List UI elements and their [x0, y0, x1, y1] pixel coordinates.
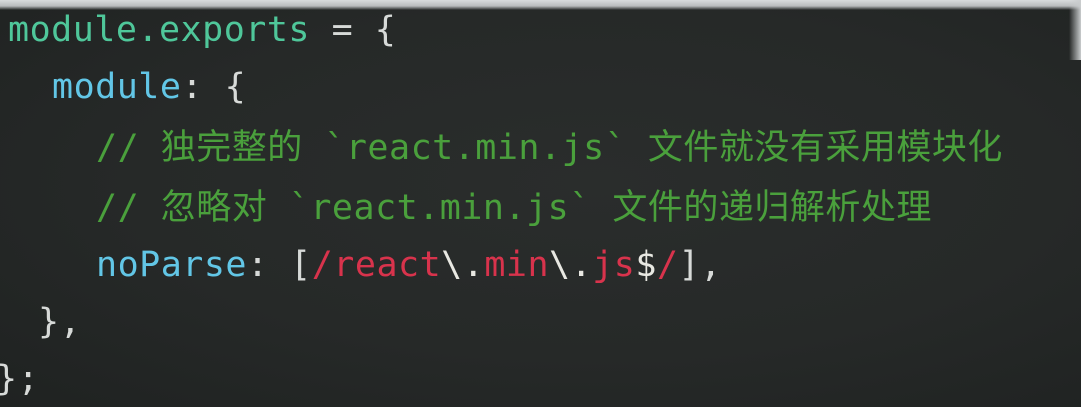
noparse-colon-bracket: : [: [247, 245, 312, 285]
photo-top-edge: [0, 0, 1081, 10]
code-line-4: // 忽略对 `react.min.js` 文件的递归解析处理: [96, 180, 932, 236]
code-line-3: // 独完整的 `react.min.js` 文件就没有采用模块化: [96, 120, 1003, 176]
code-line-7: };: [0, 351, 39, 407]
regex-close: /: [656, 245, 679, 285]
assignment-open-brace: = {: [310, 10, 397, 50]
code-line-1: module.exports = {: [8, 2, 396, 58]
regex-open: /react: [311, 245, 442, 285]
code-line-5: noParse: [/react\.min\.js$/],: [96, 237, 722, 293]
regex-escape-dot-2: \.: [549, 245, 593, 285]
regex-escape-dot-1: \.: [441, 245, 485, 285]
code-editor: module.exports = { module: { // 独完整的 `re…: [0, 0, 1081, 407]
comment-line-2: // 忽略对 `react.min.js` 文件的递归解析处理: [96, 188, 932, 228]
regex-js: js: [592, 245, 636, 285]
code-line-2: module: {: [52, 59, 246, 115]
photo-right-edge: [1069, 0, 1081, 60]
code-line-6: },: [38, 294, 81, 350]
module-close-brace: },: [38, 302, 82, 342]
noparse-property-key: noParse: [96, 245, 248, 285]
comment-line-1: // 独完整的 `react.min.js` 文件就没有采用模块化: [96, 128, 1003, 168]
array-close-comma: ],: [678, 245, 722, 285]
module-property-open-brace: : {: [181, 67, 247, 107]
module-property-key: module: [52, 67, 182, 107]
exports-close-brace: };: [0, 359, 40, 399]
module-exports-identifier: module.exports: [8, 10, 311, 50]
regex-dollar-anchor: $: [635, 245, 657, 285]
regex-min: min: [484, 245, 550, 285]
